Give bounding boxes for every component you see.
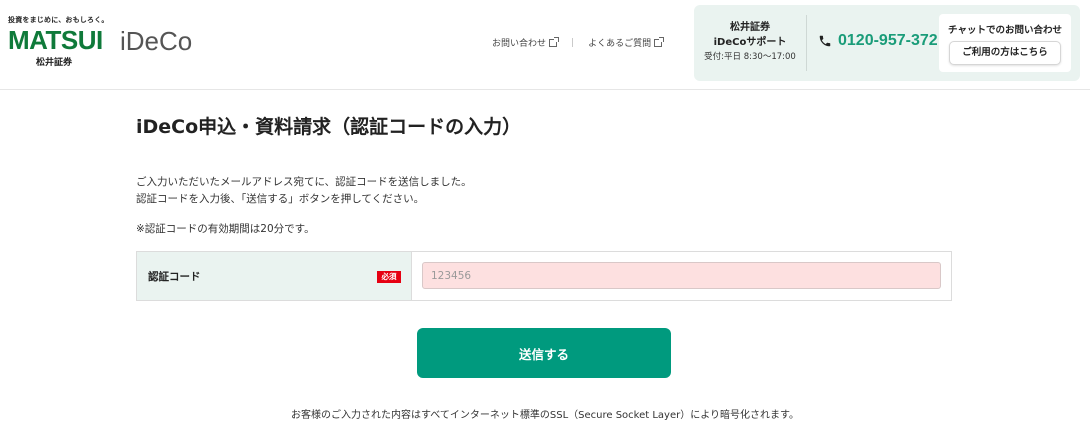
logo-brand: MATSUI (8, 25, 103, 55)
required-badge: 必須 (377, 271, 401, 283)
support-hours: 受付:平日 8:30～17:00 (704, 52, 796, 62)
auth-code-label-cell: 認証コード 必須 (137, 252, 412, 300)
support-divider (806, 15, 807, 71)
description: ご入力いただいたメールアドレス宛てに、認証コードを送信しました。 認証コードを入… (136, 174, 472, 208)
site-logo[interactable]: 投資をまじめに、おもしろく。 MATSUI 松井証券 iDeCo (8, 12, 208, 72)
support-name: 松井証券 (730, 22, 770, 33)
submit-button[interactable]: 送信する (417, 328, 671, 378)
support-info: 松井証券 iDeCoサポート 受付:平日 8:30～17:00 (694, 5, 806, 81)
contact-link[interactable]: お問い合わせ (492, 36, 560, 49)
logo-tagline: 投資をまじめに、おもしろく。 (8, 16, 109, 24)
auth-code-row: 認証コード 必須 (136, 251, 952, 301)
header-links: お問い合わせ | よくあるご質問 (492, 36, 665, 49)
ssl-note: お客様のご入力された内容はすべてインターネット標準のSSL（Secure Soc… (290, 410, 800, 421)
logo-brand-sub: 松井証券 (36, 58, 73, 68)
external-link-icon (549, 36, 560, 47)
auth-code-input[interactable] (422, 262, 941, 289)
description-line-2: 認証コードを入力後、「送信する」ボタンを押してください。 (136, 193, 425, 205)
support-phone-number: 0120-957-372 (838, 32, 938, 49)
external-link-icon (654, 36, 665, 47)
logo-product: iDeCo (120, 26, 193, 56)
page-title: iDeCo申込・資料請求（認証コードの入力） (136, 116, 522, 138)
chat-title: チャットでのお問い合わせ (948, 25, 1062, 36)
chat-box: チャットでのお問い合わせ ご利用の方はこちら (939, 14, 1071, 72)
description-line-1: ご入力いただいたメールアドレス宛てに、認証コードを送信しました。 (136, 176, 472, 188)
support-name-sub: iDeCoサポート (713, 37, 787, 48)
chat-button[interactable]: ご利用の方はこちら (949, 41, 1061, 65)
phone-icon (818, 34, 832, 48)
contact-link-label: お問い合わせ (492, 39, 547, 49)
link-separator: | (571, 37, 575, 48)
faq-link[interactable]: よくあるご質問 (588, 36, 665, 49)
auth-code-label: 認証コード (148, 271, 201, 283)
faq-link-label: よくあるご質問 (588, 39, 652, 49)
site-header: 投資をまじめに、おもしろく。 MATSUI 松井証券 iDeCo お問い合わせ … (0, 0, 1090, 90)
support-panel: 松井証券 iDeCoサポート 受付:平日 8:30～17:00 0120-957… (694, 5, 1080, 81)
support-phone-link[interactable]: 0120-957-372 (818, 32, 938, 50)
validity-note: ※認証コードの有効期間は20分です。 (136, 223, 315, 235)
